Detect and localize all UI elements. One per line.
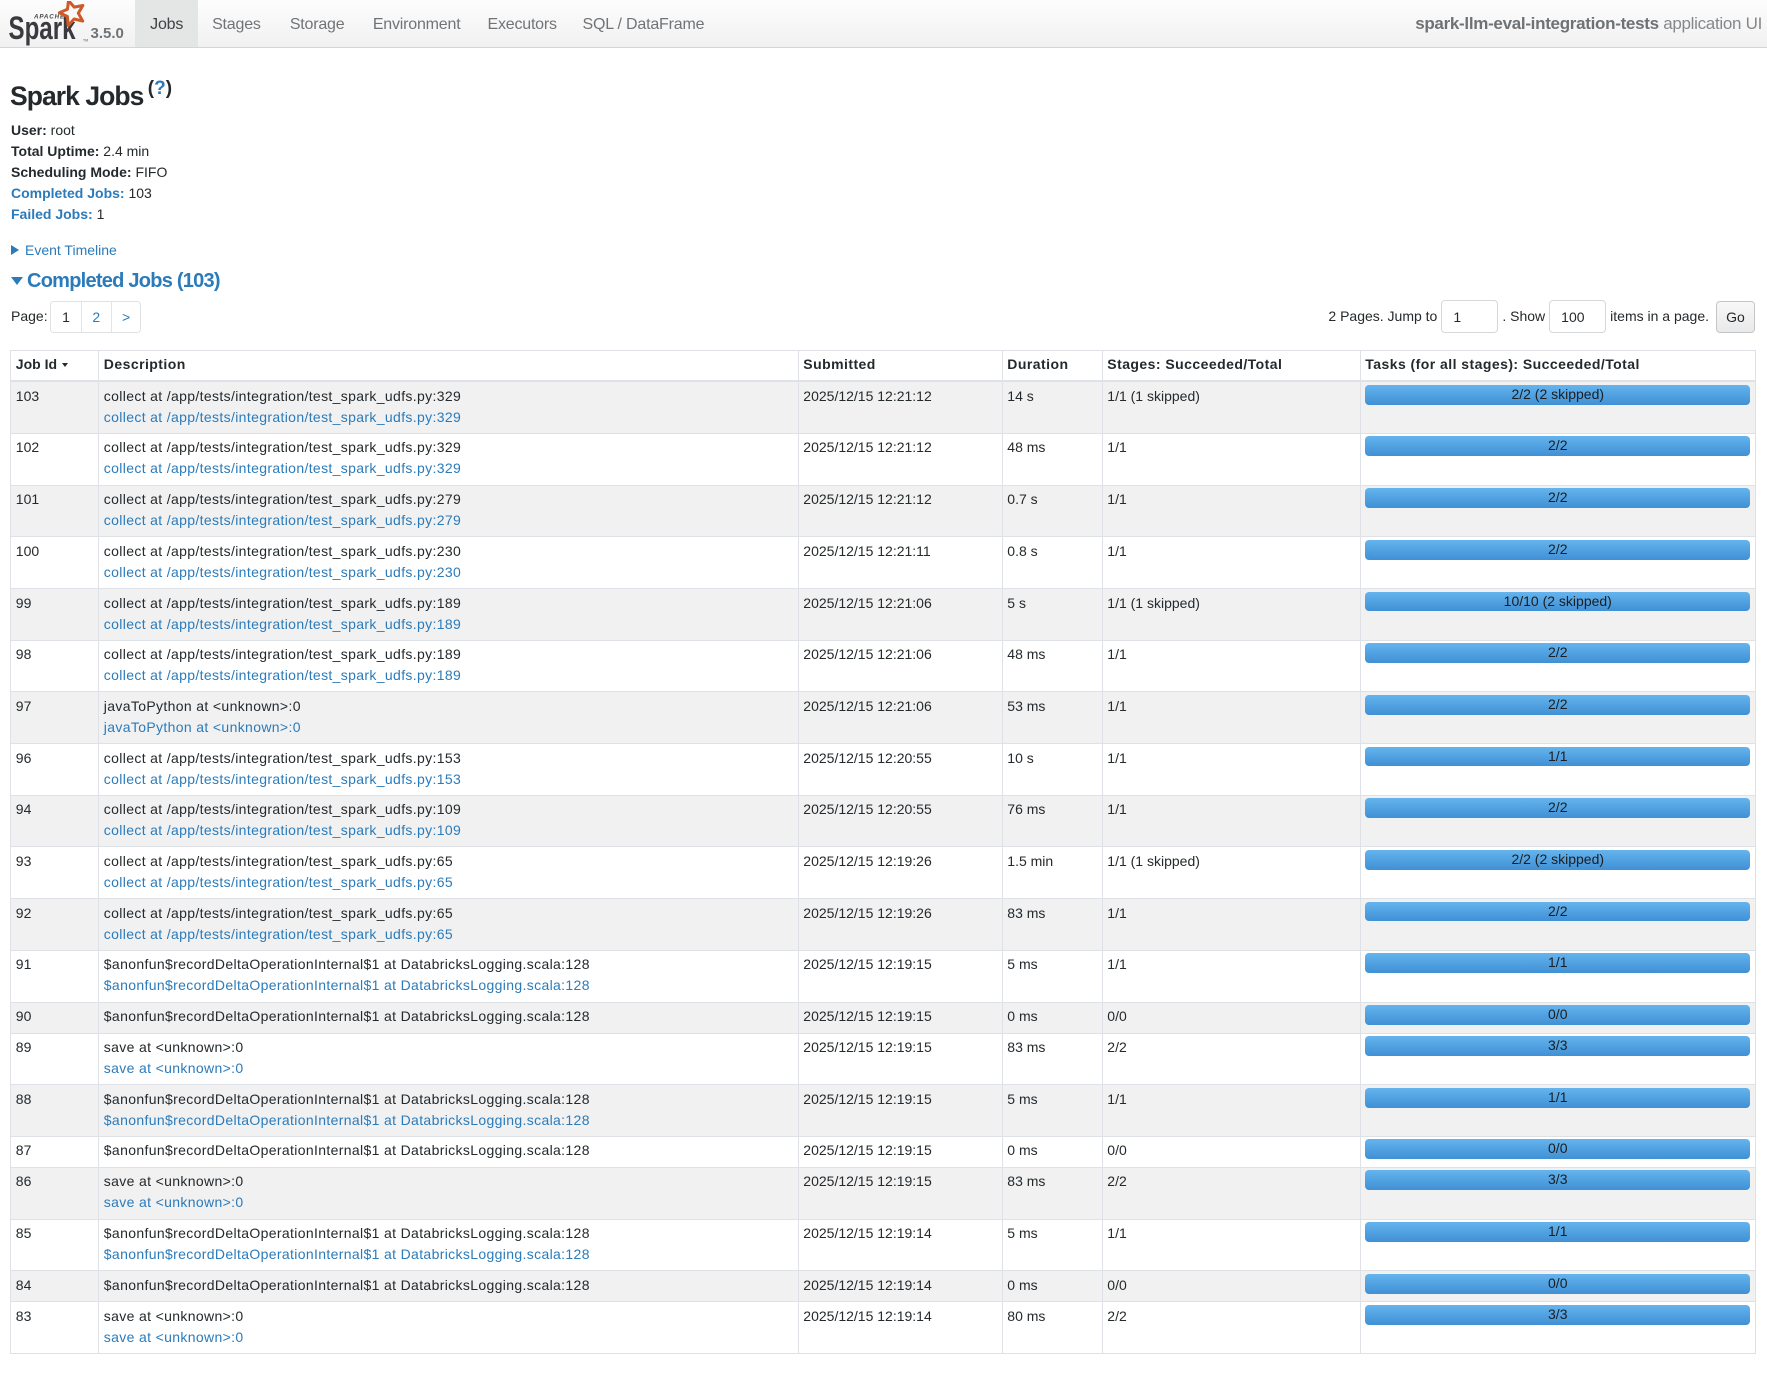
svg-text:TM: TM [83, 39, 88, 43]
